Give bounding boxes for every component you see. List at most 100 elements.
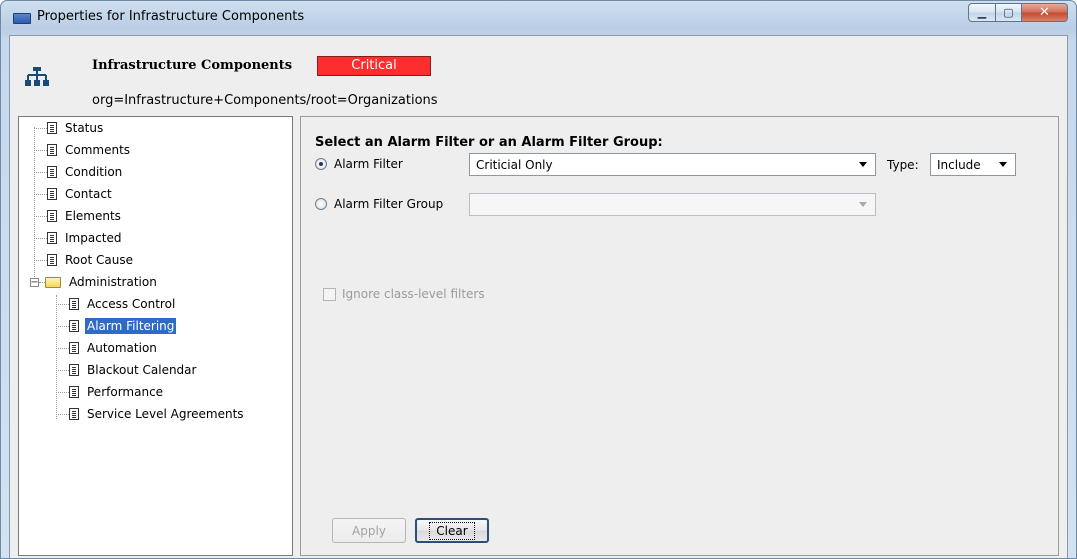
tree-item-root-cause[interactable]: Root Cause [47, 250, 135, 270]
alarm-filtering-panel: Select an Alarm Filter or an Alarm Filte… [300, 116, 1059, 556]
apply-button-label: Apply [352, 523, 386, 538]
tree-item-label: Administration [69, 275, 157, 289]
tree-item-contact[interactable]: Contact [47, 184, 114, 204]
type-label: Type: [887, 158, 919, 172]
maximize-icon: ▢ [1003, 6, 1014, 19]
tree-item-label: Service Level Agreements [87, 407, 244, 421]
section-title: Select an Alarm Filter or an Alarm Filte… [315, 135, 663, 150]
clear-button[interactable]: Clear [415, 518, 489, 543]
window-title: Properties for Infrastructure Components [37, 9, 305, 24]
tree-item-label: Impacted [65, 231, 122, 245]
tree-item-elements[interactable]: Elements [47, 206, 123, 226]
alarm-filter-value: Criticial Only [476, 157, 553, 172]
document-icon [69, 298, 79, 310]
tree-item-label: Root Cause [65, 253, 133, 267]
document-icon [47, 232, 57, 244]
document-icon [47, 144, 57, 156]
tree-connector [34, 238, 47, 239]
tree-connector [56, 295, 57, 419]
tree-connector [56, 370, 69, 371]
tree-item-blackout-calendar[interactable]: Blackout Calendar [69, 360, 198, 380]
type-value: Include [937, 157, 981, 172]
minimize-button[interactable]: ▁ [968, 3, 995, 22]
tree-item-label: Comments [65, 143, 131, 157]
tree-item-label: Status [65, 121, 104, 135]
property-tree: Status Comments Condition Contact Elemen… [18, 116, 293, 556]
tree-connector [56, 348, 69, 349]
properties-window: Properties for Infrastructure Components… [0, 0, 1077, 559]
tree-item-label: Elements [65, 209, 121, 223]
tree-connector [56, 392, 69, 393]
chevron-down-icon [859, 202, 867, 207]
chevron-down-icon [859, 162, 867, 167]
ignore-class-filters-checkbox[interactable] [323, 287, 336, 301]
tree-connector [34, 260, 47, 261]
alarm-filter-group-select[interactable] [469, 193, 876, 216]
folder-icon [45, 276, 61, 288]
tree-item-automation[interactable]: Automation [69, 338, 159, 358]
tree-connector [34, 216, 47, 217]
tree-item-administration[interactable]: Administration [45, 272, 159, 292]
entity-header: Infrastructure Components Critical org=I… [10, 36, 1067, 112]
entity-path: org=Infrastructure+Components/root=Organ… [92, 93, 438, 108]
ignore-class-filters-label: Ignore class-level filters [342, 287, 485, 301]
alarm-filter-group-radio[interactable] [315, 198, 327, 210]
alarm-filter-group-label: Alarm Filter Group [334, 197, 444, 211]
ignore-class-filters-option[interactable]: Ignore class-level filters [323, 287, 485, 301]
document-icon [47, 254, 57, 266]
tree-connector [34, 150, 47, 151]
maximize-button[interactable]: ▢ [995, 3, 1022, 22]
collapse-toggle[interactable]: − [30, 277, 39, 288]
tree-item-label: Blackout Calendar [87, 363, 197, 377]
tree-item-status[interactable]: Status [47, 118, 105, 138]
close-icon: ✕ [1039, 5, 1050, 20]
tree-item-label: Contact [65, 187, 112, 201]
tree-item-label: Access Control [87, 297, 176, 311]
document-icon [69, 320, 79, 332]
tree-item-label: Automation [87, 341, 157, 355]
tree-item-label: Alarm Filtering [85, 318, 177, 334]
document-icon [69, 408, 79, 420]
tree-item-label: Performance [87, 385, 164, 399]
tree-connector [34, 128, 47, 129]
tree-connector [56, 414, 69, 415]
close-button[interactable]: ✕ [1022, 3, 1068, 22]
tree-item-performance[interactable]: Performance [69, 382, 165, 402]
alarm-filter-group-option[interactable]: Alarm Filter Group [315, 197, 443, 211]
document-icon [47, 122, 57, 134]
apply-button[interactable]: Apply [332, 518, 406, 543]
document-icon [47, 188, 57, 200]
document-icon [69, 364, 79, 376]
document-icon [47, 166, 57, 178]
tree-item-service-level-agreements[interactable]: Service Level Agreements [69, 404, 246, 424]
tree-item-condition[interactable]: Condition [47, 162, 124, 182]
tree-item-alarm-filtering[interactable]: Alarm Filtering [69, 316, 177, 336]
tree-item-label: Condition [65, 165, 123, 179]
tree-connector [34, 172, 47, 173]
tree-item-comments[interactable]: Comments [47, 140, 132, 160]
document-icon [69, 342, 79, 354]
alarm-filter-label: Alarm Filter [334, 157, 403, 171]
document-icon [69, 386, 79, 398]
alarm-filter-option[interactable]: Alarm Filter [315, 157, 403, 171]
chevron-down-icon [999, 162, 1007, 167]
clear-button-label: Clear [429, 521, 475, 540]
alarm-filter-radio[interactable] [315, 158, 327, 170]
title-bar[interactable]: Properties for Infrastructure Components… [1, 1, 1076, 35]
tree-item-impacted[interactable]: Impacted [47, 228, 124, 248]
tree-connector [56, 326, 69, 327]
severity-badge: Critical [317, 56, 431, 76]
caption-buttons: ▁ ▢ ✕ [968, 3, 1068, 23]
type-select[interactable]: Include [930, 153, 1016, 176]
document-icon [47, 210, 57, 222]
entity-name: Infrastructure Components [92, 58, 293, 73]
organization-icon [25, 67, 49, 86]
tree-connector [56, 304, 69, 305]
alarm-filter-select[interactable]: Criticial Only [469, 153, 876, 176]
minimize-icon: ▁ [977, 6, 987, 19]
tree-connector [34, 194, 47, 195]
tree-item-access-control[interactable]: Access Control [69, 294, 177, 314]
window-icon [13, 13, 31, 24]
dialog-client-area: Infrastructure Components Critical org=I… [9, 35, 1068, 558]
minus-icon: − [30, 277, 39, 288]
